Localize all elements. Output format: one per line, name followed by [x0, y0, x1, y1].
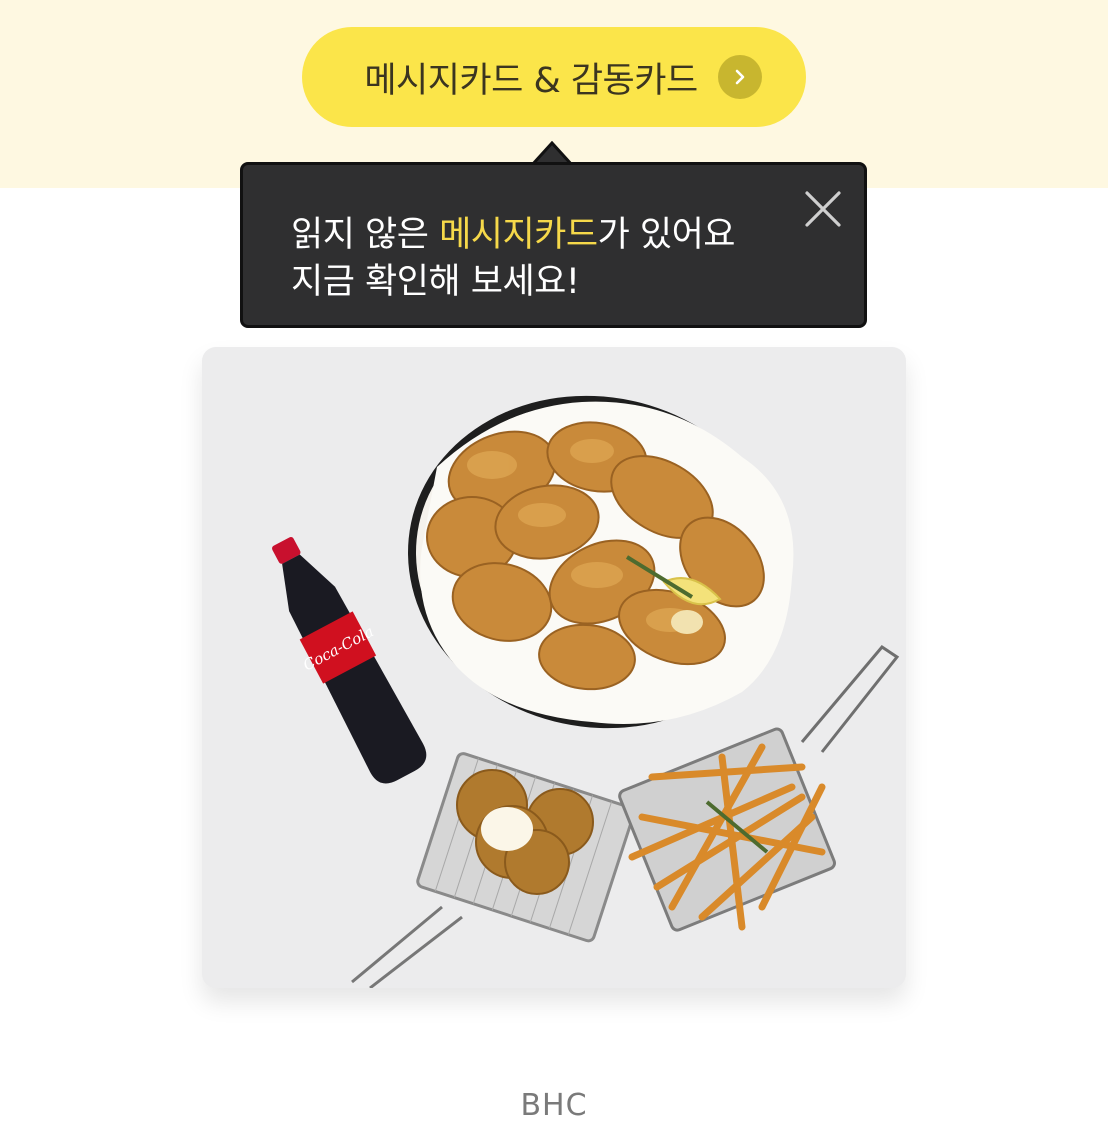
- chicken-set-image: Coca-Cola: [272, 395, 900, 988]
- tooltip-line1-suffix: 가 있어요: [597, 215, 736, 255]
- unread-card-tooltip: 읽지 않은 메시지카드가 있어요 지금 확인해 보세요!: [240, 162, 867, 328]
- chevron-right-icon: [717, 55, 762, 99]
- close-icon[interactable]: [801, 187, 845, 231]
- tooltip-message-line1: 읽지 않은 메시지카드가 있어요: [291, 206, 736, 257]
- message-card-button-label: 메시지카드 & 감동카드: [364, 60, 698, 101]
- message-card-button[interactable]: 메시지카드 & 감동카드: [302, 27, 806, 127]
- tooltip-highlight: 메시지카드: [439, 215, 598, 255]
- product-card[interactable]: Coca-Cola: [202, 347, 906, 988]
- tooltip-message-line2: 지금 확인해 보세요!: [291, 262, 580, 302]
- brand-label: BHC: [520, 1088, 588, 1123]
- tooltip-line1-prefix: 읽지 않은: [291, 215, 440, 255]
